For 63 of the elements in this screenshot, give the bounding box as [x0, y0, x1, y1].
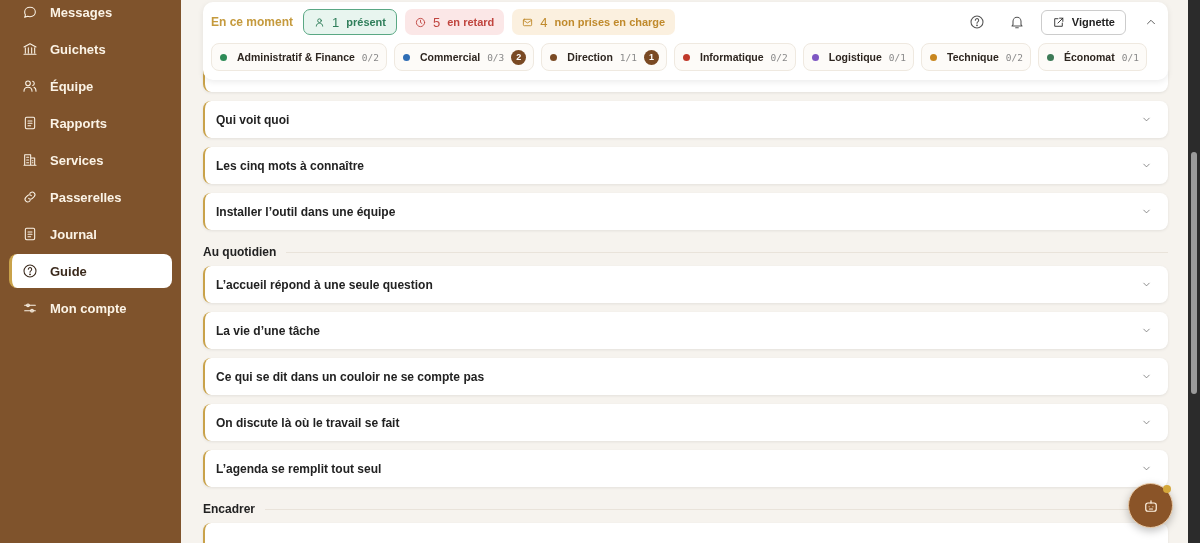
sidebar-item[interactable]: Rapports: [9, 106, 172, 140]
vignette-button[interactable]: Vignette: [1040, 9, 1126, 35]
team-name: Administratif & Finance: [237, 51, 355, 63]
sidebar-item[interactable]: Guide: [9, 254, 172, 288]
accordion-item[interactable]: Installer l’outil dans une équipe: [203, 193, 1168, 230]
count-badge: 1: [644, 49, 659, 65]
team-count: 0/2: [1005, 51, 1023, 63]
sidebar-item[interactable]: Passerelles: [9, 180, 172, 214]
accordion-item[interactable]: On discute là où le travail se fait: [203, 404, 1168, 441]
team-chip[interactable]: Commercial 0/3 2: [394, 43, 535, 71]
help-icon: [22, 263, 38, 279]
section-heading: Au quotidien: [203, 245, 277, 259]
help-icon[interactable]: [968, 14, 985, 30]
sidebar-item[interactable]: Mon compte: [9, 291, 172, 325]
accordion-item[interactable]: Les cinq mots à connaître: [203, 147, 1168, 184]
count-badge: 2: [511, 49, 527, 65]
scrollbar[interactable]: [1188, 0, 1200, 543]
team-chip[interactable]: Logistique 0/1: [802, 43, 915, 71]
team-chip[interactable]: Direction 1/1 1: [541, 43, 667, 71]
stat-pill[interactable]: 5 en retard: [405, 9, 505, 35]
person-icon: [314, 16, 326, 28]
notification-dot: [1163, 485, 1171, 493]
assistant-button[interactable]: [1128, 483, 1173, 528]
team-chip[interactable]: Économat 0/1: [1037, 43, 1147, 71]
clock-icon: [415, 16, 426, 28]
team-name: Direction: [567, 51, 613, 63]
building-icon: [22, 152, 38, 168]
document-icon: [22, 115, 38, 131]
chat-bubble-icon: [22, 4, 38, 20]
team-name: Technique: [947, 51, 999, 63]
sidebar-item[interactable]: Équipe: [9, 69, 172, 103]
team-chip[interactable]: Technique 0/2: [921, 43, 1031, 71]
sidebar-item[interactable]: Journal: [9, 217, 172, 251]
team-count: 0/1: [888, 51, 907, 63]
scrollbar-thumb[interactable]: [1191, 152, 1197, 394]
accordion-item[interactable]: L’accueil répond à une seule question: [203, 266, 1168, 303]
team-chip[interactable]: Informatique 0/2: [674, 43, 796, 71]
team-name: Logistique: [828, 51, 882, 63]
accordion-item[interactable]: L’agenda se remplit tout seul: [203, 450, 1168, 487]
sidebar-item[interactable]: Services: [9, 143, 172, 177]
panel-title: En ce moment: [211, 15, 294, 29]
link-icon: [22, 189, 38, 205]
team-name: Informatique: [700, 51, 764, 63]
external-link-icon: [1051, 15, 1065, 29]
team-count: 0/2: [361, 51, 380, 63]
sidebar-item[interactable]: Messages: [9, 0, 172, 29]
team-count: 0/2: [770, 51, 788, 63]
sidebar-item[interactable]: Guichets: [9, 32, 172, 66]
team-chip[interactable]: Administratif & Finance 0/2: [211, 43, 388, 71]
document-icon: [22, 226, 38, 242]
accordion-item[interactable]: Qui voit quoi: [203, 101, 1168, 138]
users-icon: [22, 78, 38, 94]
accordion-item[interactable]: La vie d’une tâche: [203, 312, 1168, 349]
bank-icon: [22, 41, 38, 57]
stat-pill[interactable]: 1 présent: [303, 9, 397, 35]
team-name: Économat: [1063, 51, 1115, 63]
envelope-icon: [522, 16, 534, 28]
team-count: 1/1: [619, 51, 637, 63]
team-name: Commercial: [420, 51, 481, 63]
section-heading: Encadrer: [203, 502, 256, 516]
team-count: 0/1: [1121, 51, 1139, 63]
team-count: 0/3: [487, 51, 505, 63]
accordion-item[interactable]: Ce qui se dit dans un couloir ne se compte pas: [203, 358, 1168, 395]
